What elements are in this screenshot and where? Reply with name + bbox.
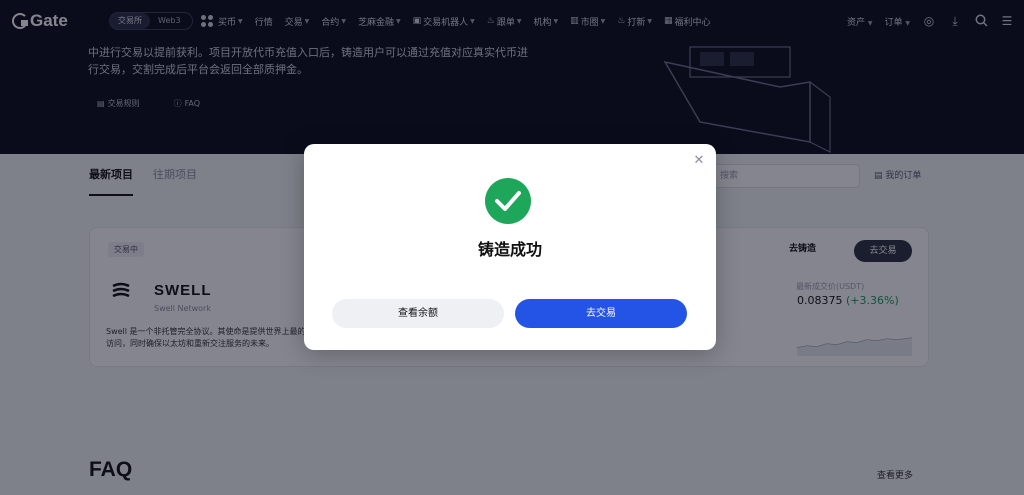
close-icon[interactable]: ✕ (692, 154, 706, 168)
dialog-title: 铸造成功 (477, 240, 542, 259)
mint-success-dialog: ✕ 铸造成功 查看余额 去交易 (304, 144, 716, 350)
go-trade-button[interactable]: 去交易 (515, 299, 687, 328)
view-balance-button[interactable]: 查看余额 (332, 299, 504, 328)
success-check-icon (485, 178, 531, 224)
